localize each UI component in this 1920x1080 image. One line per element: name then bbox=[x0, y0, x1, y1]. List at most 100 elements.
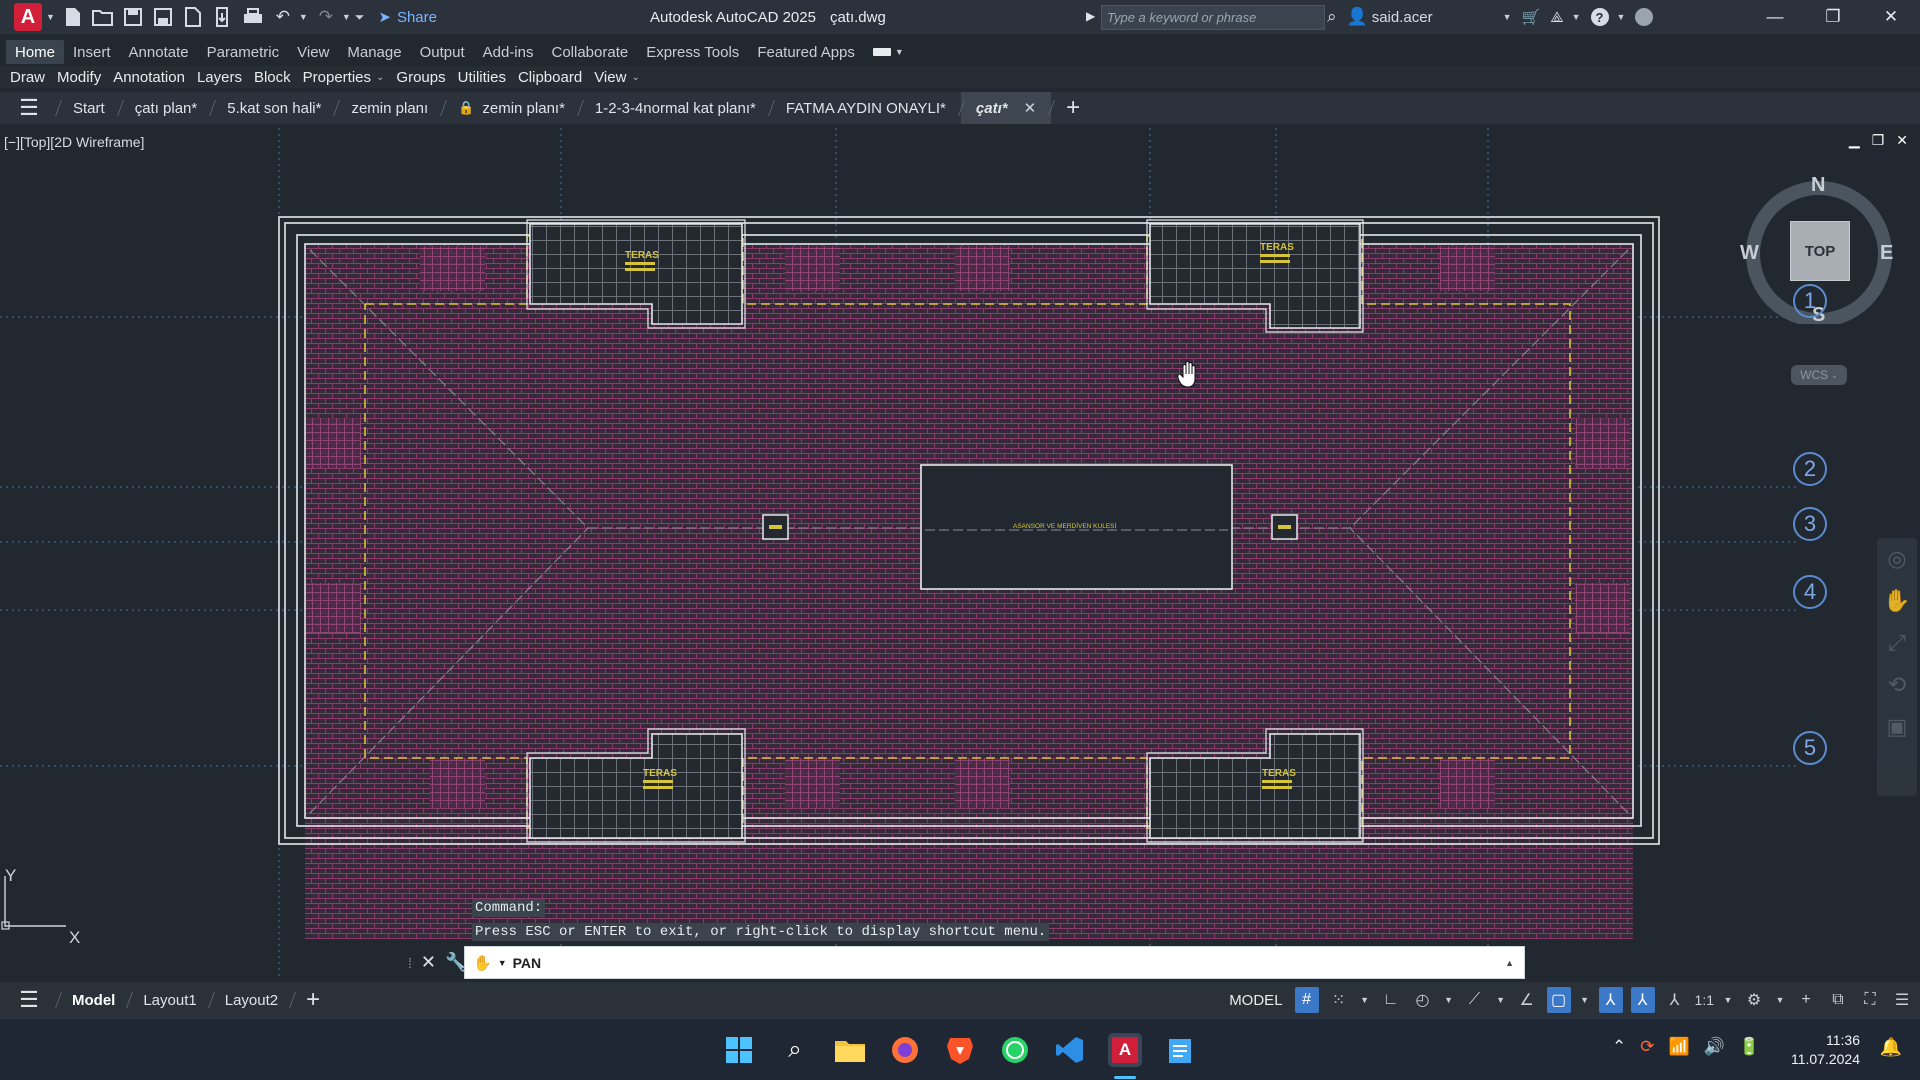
isodraft-dropdown-icon[interactable]: ▼ bbox=[1495, 987, 1507, 1013]
scale-dropdown-icon[interactable]: ▼ bbox=[1722, 987, 1734, 1013]
viewport-close-icon[interactable]: ✕ bbox=[1896, 132, 1908, 149]
grip-icon[interactable]: ⁞ bbox=[408, 955, 412, 971]
sync-icon[interactable]: ⟳ bbox=[1640, 1037, 1654, 1057]
tab-collaborate[interactable]: Collaborate bbox=[542, 40, 637, 64]
vscode-icon[interactable] bbox=[1053, 1033, 1087, 1067]
search-expand-icon[interactable]: ▶ bbox=[1086, 9, 1095, 23]
cart-icon[interactable]: 🛒 bbox=[1522, 8, 1541, 26]
close-tab-icon[interactable]: ✕ bbox=[1024, 99, 1037, 117]
viewport-controls-label[interactable]: [−][Top][2D Wireframe] bbox=[4, 134, 144, 150]
panel-annotation[interactable]: Annotation bbox=[107, 66, 191, 88]
undo-dropdown-icon[interactable]: ▼ bbox=[299, 12, 308, 22]
assistant-icon[interactable] bbox=[1635, 8, 1654, 26]
new-file-icon[interactable] bbox=[61, 5, 85, 29]
help-icon[interactable]: ? bbox=[1590, 8, 1609, 26]
battery-icon[interactable]: 🔋 bbox=[1739, 1037, 1760, 1057]
account-dropdown-icon[interactable]: ▼ bbox=[1572, 12, 1581, 22]
annotation-scale-icon[interactable]: ⅄ bbox=[1663, 987, 1687, 1013]
file-tab[interactable]: zemin planı bbox=[336, 92, 443, 124]
panel-groups[interactable]: Groups bbox=[390, 66, 451, 88]
command-history-toggle-icon[interactable]: ▲ bbox=[1505, 958, 1514, 968]
undo-icon[interactable]: ↶ bbox=[271, 5, 295, 29]
whatsapp-icon[interactable] bbox=[998, 1033, 1032, 1067]
notepad-icon[interactable] bbox=[1163, 1033, 1197, 1067]
object-snap-icon[interactable]: ▢ bbox=[1546, 987, 1571, 1013]
wifi-icon[interactable]: 📶 bbox=[1668, 1037, 1689, 1057]
annotation-monitor-icon[interactable]: + bbox=[1794, 987, 1818, 1013]
taskbar-clock[interactable]: 11:36 11.07.2024 bbox=[1791, 1031, 1860, 1069]
auto-scale-icon[interactable]: ⅄ bbox=[1630, 987, 1655, 1013]
share-button[interactable]: ➤ Share bbox=[378, 8, 437, 27]
osnap-dropdown-icon[interactable]: ▼ bbox=[1579, 987, 1591, 1013]
tab-parametric[interactable]: Parametric bbox=[198, 40, 289, 64]
user-name[interactable]: said.acer bbox=[1372, 9, 1433, 26]
customization-menu-icon[interactable]: ☰ bbox=[1890, 987, 1914, 1013]
drawing-viewport[interactable]: TERAS TERAS TERAS TERAS ASANSOR VE MERDİ… bbox=[0, 128, 1920, 980]
plot-icon[interactable] bbox=[241, 5, 265, 29]
compass-north[interactable]: N bbox=[1811, 174, 1825, 197]
panel-properties[interactable]: Properties ⌄ bbox=[297, 66, 391, 88]
tab-home[interactable]: Home bbox=[6, 40, 65, 64]
brave-icon[interactable] bbox=[943, 1033, 977, 1067]
object-snap-tracking-icon[interactable]: ∠ bbox=[1515, 987, 1539, 1013]
save-to-web-icon[interactable] bbox=[211, 5, 235, 29]
recent-commands-dropdown-icon[interactable]: ▼ bbox=[498, 958, 507, 968]
firefox-icon[interactable] bbox=[888, 1033, 922, 1067]
file-tab[interactable]: 🔒 zemin planı* bbox=[443, 92, 580, 124]
ribbon-state-toggle[interactable]: ▼ bbox=[864, 40, 913, 64]
panel-view[interactable]: View ⌄ bbox=[588, 66, 646, 88]
command-input[interactable]: ✋ ▼ PAN ▲ bbox=[464, 946, 1525, 979]
file-tab[interactable]: çatı plan* bbox=[120, 92, 213, 124]
user-icon[interactable]: 👤 bbox=[1347, 7, 1368, 27]
open-folder-icon[interactable] bbox=[91, 5, 115, 29]
customize-qat-icon[interactable]: ⏷ bbox=[355, 10, 365, 25]
file-tab[interactable]: 1-2-3-4normal kat planı* bbox=[580, 92, 771, 124]
search-input[interactable]: Type a keyword or phrase bbox=[1101, 5, 1325, 30]
autocad-logo-icon[interactable]: A bbox=[14, 3, 42, 31]
open-from-web-icon[interactable] bbox=[181, 5, 205, 29]
tab-start[interactable]: Start bbox=[58, 92, 120, 124]
isodraft-icon[interactable]: ⟋ bbox=[1463, 987, 1487, 1013]
help-dropdown-icon[interactable]: ▼ bbox=[1617, 12, 1626, 22]
clean-screen-icon[interactable]: ⛶ bbox=[1858, 987, 1882, 1013]
tab-annotate[interactable]: Annotate bbox=[120, 40, 198, 64]
file-tabs-menu-icon[interactable]: ☰ bbox=[0, 92, 58, 124]
redo-dropdown-icon[interactable]: ▼ bbox=[342, 12, 351, 22]
volume-icon[interactable]: 🔊 bbox=[1704, 1037, 1725, 1057]
panel-utilities[interactable]: Utilities bbox=[452, 66, 512, 88]
showmotion-icon[interactable]: ▣ bbox=[1877, 706, 1917, 748]
workspace-gear-icon[interactable]: ⚙ bbox=[1742, 987, 1766, 1013]
minimize-button[interactable]: — bbox=[1746, 0, 1804, 34]
compass-east[interactable]: E bbox=[1880, 242, 1893, 265]
viewcube-top-face[interactable]: TOP bbox=[1790, 221, 1850, 281]
panel-clipboard[interactable]: Clipboard bbox=[512, 66, 588, 88]
tray-overflow-icon[interactable]: ⌃ bbox=[1612, 1037, 1626, 1057]
orbit-icon[interactable]: ⟲ bbox=[1877, 664, 1917, 706]
polar-dropdown-icon[interactable]: ▼ bbox=[1443, 987, 1455, 1013]
tab-view[interactable]: View bbox=[288, 40, 338, 64]
panel-block[interactable]: Block bbox=[248, 66, 297, 88]
tab-model[interactable]: Model bbox=[58, 982, 129, 1018]
tab-add-ins[interactable]: Add-ins bbox=[474, 40, 543, 64]
model-space-toggle[interactable]: MODEL bbox=[1225, 992, 1286, 1009]
snap-mode-icon[interactable]: ⁙ bbox=[1327, 987, 1351, 1013]
new-layout-button[interactable]: + bbox=[292, 982, 334, 1018]
zoom-extents-icon[interactable]: ⤢ bbox=[1877, 622, 1917, 664]
user-dropdown-icon[interactable]: ▼ bbox=[1503, 12, 1512, 22]
panel-modify[interactable]: Modify bbox=[51, 66, 107, 88]
notification-icon[interactable]: 🔔 bbox=[1880, 1037, 1902, 1058]
taskbar-search-icon[interactable]: ⌕ bbox=[778, 1033, 812, 1067]
save-as-icon[interactable] bbox=[151, 5, 175, 29]
autocad-taskbar-icon[interactable]: A bbox=[1108, 1033, 1142, 1067]
polar-tracking-icon[interactable]: ◴ bbox=[1411, 987, 1435, 1013]
panel-draw[interactable]: Draw bbox=[4, 66, 51, 88]
new-tab-button[interactable]: + bbox=[1051, 92, 1095, 124]
close-button[interactable]: ✕ bbox=[1862, 0, 1920, 34]
tab-express-tools[interactable]: Express Tools bbox=[637, 40, 748, 64]
drawing-canvas[interactable]: TERAS TERAS TERAS TERAS ASANSOR VE MERDİ… bbox=[0, 128, 1920, 980]
redo-icon[interactable]: ↷ bbox=[314, 5, 338, 29]
file-explorer-icon[interactable] bbox=[833, 1033, 867, 1067]
file-tab-active[interactable]: çatı* ✕ bbox=[960, 92, 1052, 124]
wcs-menu[interactable]: WCS ⌄ bbox=[1791, 365, 1847, 385]
tab-manage[interactable]: Manage bbox=[338, 40, 410, 64]
